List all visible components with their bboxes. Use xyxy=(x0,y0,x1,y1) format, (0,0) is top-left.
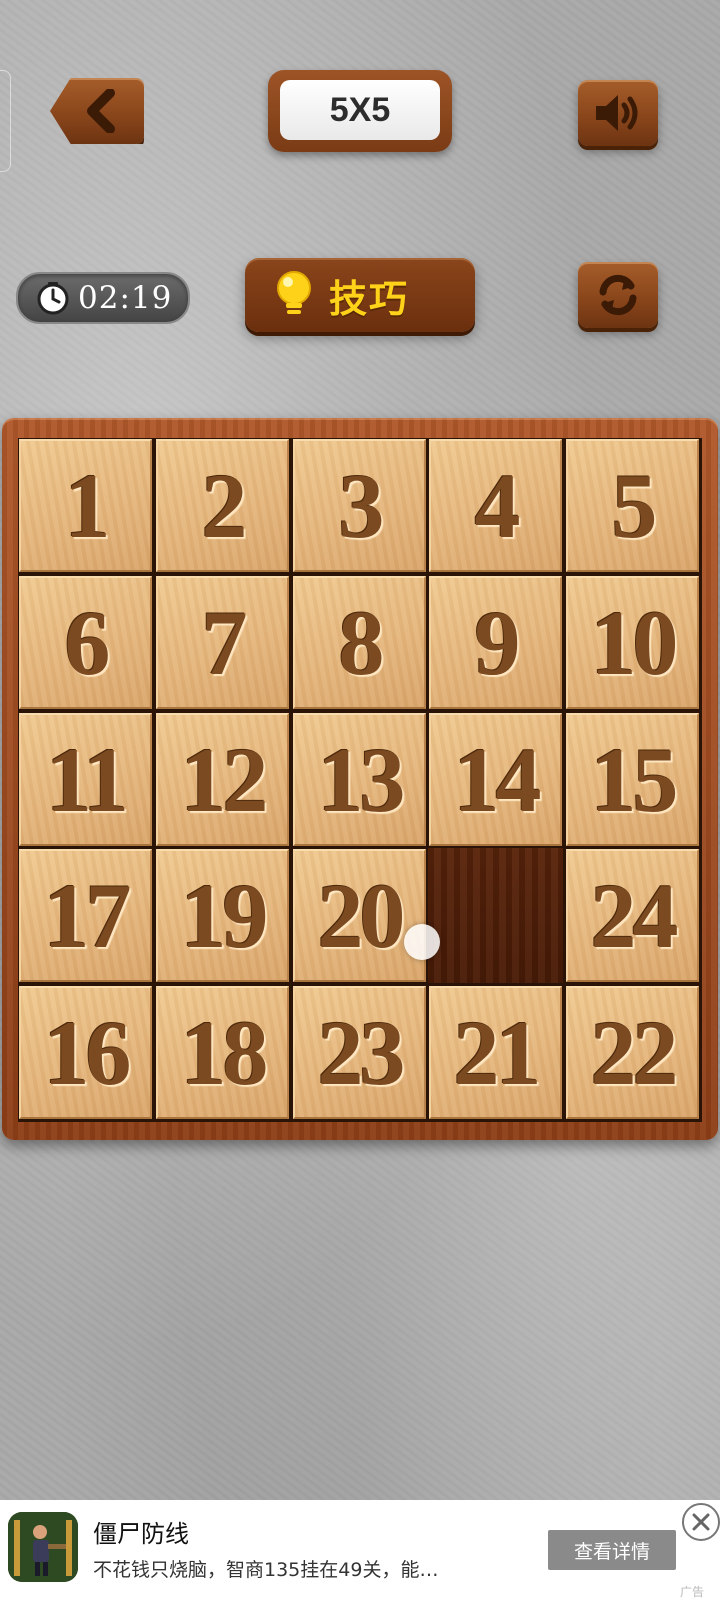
tile-number: 2 xyxy=(201,454,248,557)
puzzle-tile[interactable]: 1 xyxy=(19,439,152,572)
puzzle-board: 1 2 3 4 5 6 7 8 9 10 11 12 13 14 15 17 19 20 24 16 18 23 21 22 xyxy=(18,438,702,1122)
tile-number: 11 xyxy=(46,728,129,831)
lightbulb-icon xyxy=(277,271,311,314)
puzzle-tile[interactable]: 8 xyxy=(293,576,426,709)
puzzle-tile[interactable]: 7 xyxy=(156,576,289,709)
puzzle-tile[interactable]: 5 xyxy=(566,439,699,572)
tile-number: 4 xyxy=(474,454,521,557)
sound-button[interactable] xyxy=(578,80,658,146)
puzzle-tile[interactable]: 23 xyxy=(293,986,426,1119)
tile-number: 18 xyxy=(180,1001,269,1104)
tile-number: 3 xyxy=(338,454,385,557)
tile-number: 22 xyxy=(590,1001,679,1104)
puzzle-tile[interactable]: 11 xyxy=(19,713,152,846)
tile-number: 21 xyxy=(453,1001,542,1104)
back-button[interactable] xyxy=(50,78,144,144)
ad-details-button[interactable]: 查看详情 xyxy=(548,1530,676,1570)
tile-number: 20 xyxy=(317,864,406,967)
ad-banner[interactable]: 僵尸防线 不花钱只烧脑，智商135挂在49关，能… 查看详情 xyxy=(0,1500,720,1600)
puzzle-tile[interactable]: 12 xyxy=(156,713,289,846)
tile-number: 10 xyxy=(590,591,679,694)
tile-number: 16 xyxy=(43,1001,132,1104)
ad-close-button[interactable] xyxy=(682,1503,720,1541)
puzzle-tile[interactable]: 21 xyxy=(429,986,562,1119)
speaker-icon xyxy=(596,95,638,131)
tile-number: 9 xyxy=(474,591,521,694)
tile-number: 8 xyxy=(338,591,385,694)
close-icon xyxy=(692,1513,710,1531)
puzzle-tile[interactable]: 13 xyxy=(293,713,426,846)
chevron-left-icon xyxy=(87,89,115,133)
puzzle-tile[interactable]: 16 xyxy=(19,986,152,1119)
puzzle-tile[interactable]: 4 xyxy=(429,439,562,572)
edge-handle xyxy=(0,70,11,172)
refresh-button[interactable] xyxy=(578,262,658,328)
empty-slot xyxy=(428,848,563,983)
clock-icon xyxy=(37,282,69,315)
puzzle-tile[interactable]: 19 xyxy=(156,849,289,982)
ad-tag: 广告 xyxy=(680,1585,705,1599)
tile-number: 23 xyxy=(317,1001,406,1104)
hint-label: 技巧 xyxy=(329,276,410,321)
timer-display: 02:19 xyxy=(16,272,190,324)
tile-number: 12 xyxy=(180,728,269,831)
tile-number: 6 xyxy=(64,591,111,694)
tile-number: 19 xyxy=(180,864,269,967)
puzzle-tile[interactable]: 24 xyxy=(566,849,699,982)
tile-number: 17 xyxy=(43,864,132,967)
timer-text: 02:19 xyxy=(78,280,173,316)
puzzle-tile[interactable]: 6 xyxy=(19,576,152,709)
puzzle-tile[interactable]: 3 xyxy=(293,439,426,572)
touch-indicator xyxy=(404,924,440,960)
puzzle-tile[interactable]: 14 xyxy=(429,713,562,846)
ad-description[interactable]: 不花钱只烧脑，智商135挂在49关，能… xyxy=(93,1555,438,1582)
tile-number: 5 xyxy=(611,454,658,557)
hint-button[interactable]: 技巧 xyxy=(245,258,475,332)
refresh-icon xyxy=(599,274,637,316)
level-plate: 5X5 xyxy=(268,70,452,152)
ad-title[interactable]: 僵尸防线 xyxy=(93,1514,189,1549)
tile-number: 24 xyxy=(590,864,679,967)
puzzle-tile[interactable]: 18 xyxy=(156,986,289,1119)
puzzle-tile[interactable]: 17 xyxy=(19,849,152,982)
tile-number: 13 xyxy=(317,728,406,831)
tile-number: 14 xyxy=(453,728,542,831)
ad-app-icon[interactable] xyxy=(8,1512,78,1582)
tile-number: 15 xyxy=(590,728,679,831)
puzzle-tile[interactable]: 10 xyxy=(566,576,699,709)
tile-number: 1 xyxy=(64,454,111,557)
puzzle-tile[interactable]: 22 xyxy=(566,986,699,1119)
puzzle-tile[interactable]: 9 xyxy=(429,576,562,709)
level-label: 5X5 xyxy=(280,80,440,140)
puzzle-tile[interactable]: 15 xyxy=(566,713,699,846)
tile-number: 7 xyxy=(201,591,248,694)
puzzle-tile[interactable]: 20 xyxy=(293,849,426,982)
puzzle-tile[interactable]: 2 xyxy=(156,439,289,572)
